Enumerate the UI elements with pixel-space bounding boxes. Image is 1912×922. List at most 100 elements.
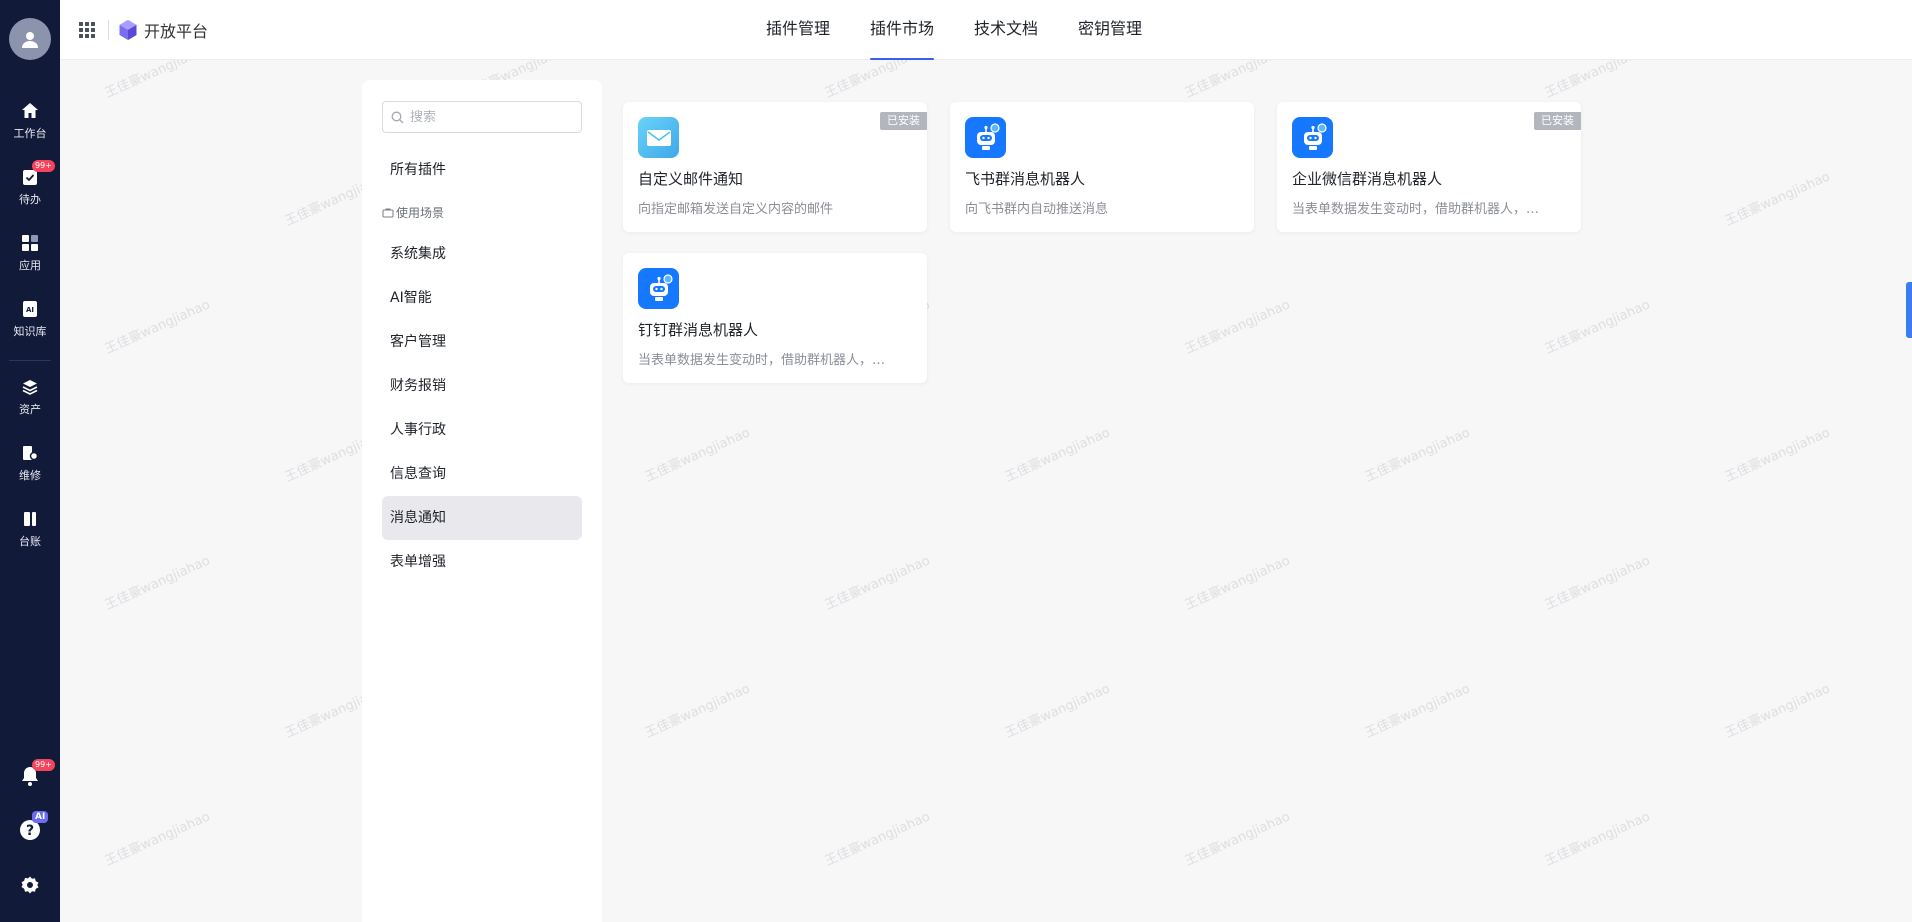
- watermark-text: 王佳豪wangjiahao: [1182, 809, 1293, 870]
- watermark-text: 王佳豪wangjiahao: [1542, 809, 1653, 870]
- side-drawer-handle[interactable]: [1906, 282, 1912, 338]
- watermark-text: 王佳豪wangjiahao: [642, 681, 753, 742]
- watermark-text: 王佳豪wangjiahao: [102, 809, 213, 870]
- watermark-text: 王佳豪wangjiahao: [1182, 553, 1293, 614]
- header-separator: [108, 20, 109, 40]
- installed-badge: 已安装: [880, 112, 927, 130]
- plugin-card-dingtalk[interactable]: 钉钉群消息机器人 当表单数据发生变动时，借助群机器人，…: [623, 253, 927, 383]
- rail-item-label: 工作台: [13, 127, 47, 140]
- ledger-icon: [19, 508, 41, 530]
- rail-item-ledger[interactable]: 台账: [0, 508, 60, 549]
- category-item[interactable]: AI智能: [382, 276, 582, 320]
- watermark-text: 王佳豪wangjiahao: [102, 553, 213, 614]
- bell-badge: 99+: [32, 759, 55, 771]
- rail-item-todo[interactable]: 99+ 待办: [0, 160, 60, 207]
- search-input[interactable]: [410, 109, 570, 125]
- left-rail: 工作台 99+ 待办 应用 AI 知识库 资产 维修 台账 99+ ? AI: [0, 0, 60, 922]
- tab-key-management[interactable]: 密钥管理: [1078, 0, 1142, 60]
- rail-item-knowledge[interactable]: AI 知识库: [0, 298, 60, 339]
- scene-icon: [382, 208, 394, 217]
- watermark-text: 王佳豪wangjiahao: [1542, 553, 1653, 614]
- plugin-title: 企业微信群消息机器人: [1292, 170, 1443, 188]
- watermark-text: 王佳豪wangjiahao: [1362, 425, 1473, 486]
- category-item-selected[interactable]: 消息通知: [382, 496, 582, 540]
- plugin-title: 飞书群消息机器人: [965, 170, 1086, 188]
- svg-text:?: ?: [26, 823, 34, 839]
- watermark-text: 王佳豪wangjiahao: [822, 809, 933, 870]
- notifications-button[interactable]: 99+: [0, 759, 60, 787]
- rail-item-repair[interactable]: 维修: [0, 442, 60, 483]
- watermark-text: 王佳豪wangjiahao: [1542, 297, 1653, 358]
- search-icon: [391, 111, 404, 123]
- watermark-text: 王佳豪wangjiahao: [1002, 425, 1113, 486]
- plugin-desc: 向指定邮箱发送自定义内容的邮件: [638, 202, 834, 217]
- plugin-title: 钉钉群消息机器人: [638, 321, 759, 339]
- rail-divider: [9, 360, 51, 361]
- bell-icon: 99+: [19, 759, 55, 787]
- tab-plugin-management[interactable]: 插件管理: [766, 0, 830, 60]
- todo-icon: 99+: [19, 160, 55, 188]
- help-button[interactable]: ? AI: [0, 811, 60, 841]
- installed-badge: 已安装: [1534, 112, 1581, 130]
- brand-title: 开放平台: [144, 22, 209, 41]
- scene-section-label: 使用场景: [382, 204, 444, 221]
- brand[interactable]: 开放平台: [118, 18, 208, 42]
- user-icon: [22, 32, 38, 48]
- category-item[interactable]: 财务报销: [382, 364, 582, 408]
- mail-icon: [638, 117, 679, 158]
- rail-item-label: 应用: [19, 259, 41, 272]
- gear-icon: [19, 874, 41, 896]
- plugin-desc: 当表单数据发生变动时，借助群机器人，…: [1292, 202, 1540, 217]
- robot-icon: [1292, 117, 1333, 158]
- app-grid-icon[interactable]: [78, 21, 96, 39]
- top-header: 开放平台 插件管理 插件市场 技术文档 密钥管理: [60, 0, 1912, 60]
- apps-icon: [19, 232, 41, 254]
- tab-plugin-market[interactable]: 插件市场: [870, 0, 935, 60]
- watermark-text: 王佳豪wangjiahao: [1002, 681, 1113, 742]
- rail-item-apps[interactable]: 应用: [0, 232, 60, 273]
- category-item[interactable]: 表单增强: [382, 540, 582, 584]
- category-item[interactable]: 信息查询: [382, 452, 582, 496]
- svg-text:AI: AI: [26, 306, 34, 314]
- rail-item-label: 台账: [19, 535, 41, 548]
- rail-item-assets[interactable]: 资产: [0, 376, 60, 417]
- category-panel: 所有插件 使用场景 系统集成 AI智能 客户管理 财务报销 人事行政 信息查询 …: [362, 80, 602, 922]
- watermark-text: 王佳豪wangjiahao: [1722, 169, 1833, 230]
- robot-icon: [965, 117, 1006, 158]
- category-item[interactable]: 系统集成: [382, 232, 582, 276]
- plugin-title: 自定义邮件通知: [638, 170, 744, 188]
- watermark-text: 王佳豪wangjiahao: [1722, 425, 1833, 486]
- watermark-text: 王佳豪wangjiahao: [642, 425, 753, 486]
- watermark-text: 王佳豪wangjiahao: [1182, 297, 1293, 358]
- main-tabs: 插件管理 插件市场 技术文档 密钥管理: [766, 0, 1142, 60]
- watermark-text: 王佳豪wangjiahao: [1722, 681, 1833, 742]
- assets-icon: [19, 376, 41, 398]
- knowledge-icon: AI: [19, 298, 41, 320]
- rail-item-label: 维修: [19, 469, 41, 482]
- rail-item-workbench[interactable]: 工作台: [0, 100, 60, 141]
- help-icon: ? AI: [19, 811, 49, 841]
- scene-label-text: 使用场景: [396, 206, 445, 220]
- search-box[interactable]: [382, 101, 582, 133]
- ai-badge: AI: [32, 811, 49, 823]
- plugin-card-email[interactable]: 已安装 自定义邮件通知 向指定邮箱发送自定义内容的邮件: [623, 102, 927, 232]
- category-item[interactable]: 人事行政: [382, 408, 582, 452]
- robot-icon: [638, 268, 679, 309]
- rail-item-label: 知识库: [13, 325, 47, 338]
- plugin-desc: 向飞书群内自动推送消息: [965, 202, 1109, 217]
- category-item[interactable]: 客户管理: [382, 320, 582, 364]
- home-icon: [19, 100, 41, 122]
- plugin-card-wecom[interactable]: 已安装 企业微信群消息机器人 当表单数据发生变动时，借助群机器人，…: [1277, 102, 1581, 232]
- watermark-text: 王佳豪wangjiahao: [1362, 681, 1473, 742]
- tab-tech-docs[interactable]: 技术文档: [974, 0, 1038, 60]
- watermark-text: 王佳豪wangjiahao: [822, 553, 933, 614]
- plugin-desc: 当表单数据发生变动时，借助群机器人，…: [638, 353, 886, 368]
- avatar[interactable]: [9, 18, 51, 60]
- category-all-plugins[interactable]: 所有插件: [382, 148, 582, 192]
- plugin-card-feishu[interactable]: 飞书群消息机器人 向飞书群内自动推送消息: [950, 102, 1254, 232]
- rail-item-label: 待办: [19, 193, 41, 206]
- settings-button[interactable]: [0, 874, 60, 896]
- todo-badge: 99+: [32, 160, 55, 172]
- watermark-text: 王佳豪wangjiahao: [102, 297, 213, 358]
- cube-logo-icon: [119, 20, 137, 40]
